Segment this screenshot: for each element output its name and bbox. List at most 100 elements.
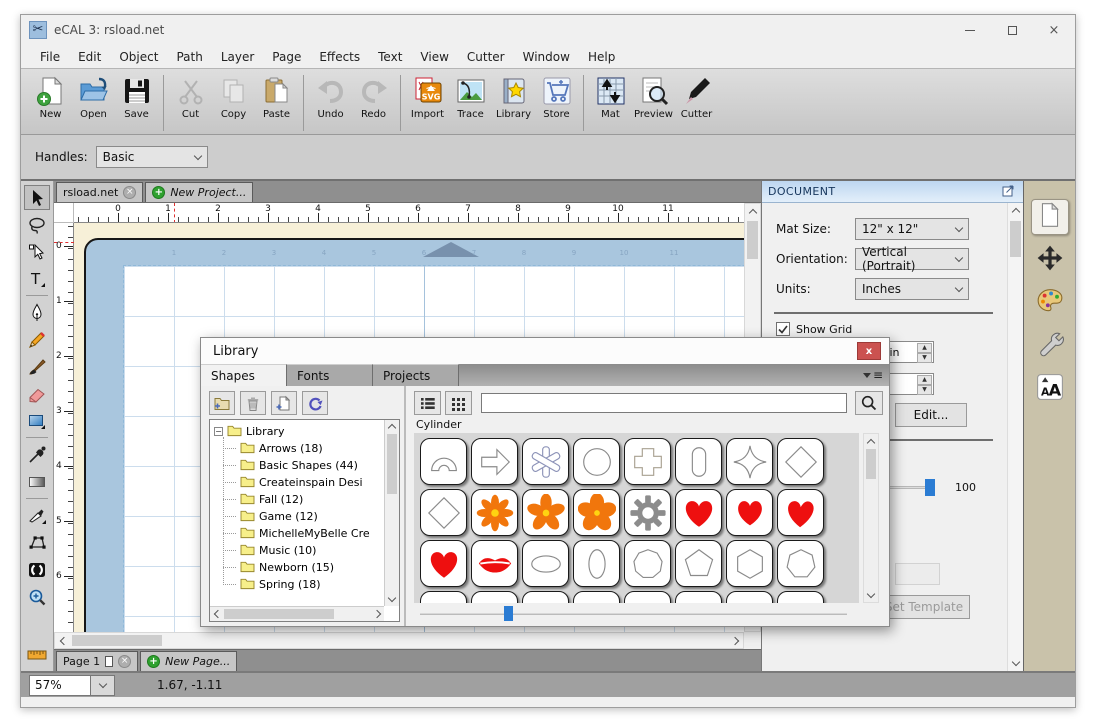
toolbar-save-button[interactable]: Save bbox=[115, 73, 158, 120]
tree-item-newborn-15-[interactable]: Newborn (15) bbox=[214, 559, 383, 576]
scroll-up-button[interactable] bbox=[745, 204, 760, 219]
tree-item-spring-18-[interactable]: Spring (18) bbox=[214, 576, 383, 593]
panel-scroll-thumb[interactable] bbox=[1010, 221, 1021, 257]
scroll-down-button[interactable] bbox=[864, 588, 878, 602]
shape-tile-diamond[interactable] bbox=[420, 489, 467, 536]
shape-tile-fat-petal-flower[interactable] bbox=[573, 489, 620, 536]
scroll-left-button[interactable] bbox=[55, 633, 70, 648]
toolbar-preview-button[interactable]: Preview bbox=[632, 73, 675, 120]
maximize-button[interactable] bbox=[991, 15, 1033, 45]
toolbar-cutter-button[interactable]: Cutter bbox=[675, 73, 718, 120]
scroll-down-button[interactable] bbox=[385, 593, 398, 606]
zoom-tool[interactable] bbox=[24, 584, 50, 609]
tree-vertical-scrollbar[interactable] bbox=[384, 420, 399, 606]
shape-tile-rounded-rectangle[interactable] bbox=[675, 438, 722, 485]
menu-path[interactable]: Path bbox=[167, 47, 211, 67]
toolbar-new-button[interactable]: New bbox=[29, 73, 72, 120]
scroll-up-button[interactable] bbox=[1008, 203, 1023, 218]
page-tab-new-page-[interactable]: + New Page... bbox=[140, 651, 238, 671]
shape-tile-horizontal-ellipse[interactable] bbox=[522, 540, 569, 587]
tree-item-createinspain-desi[interactable]: Createinspain Desi bbox=[214, 474, 383, 491]
menu-file[interactable]: File bbox=[31, 47, 69, 67]
knife-tool[interactable] bbox=[24, 503, 50, 528]
shape-tile-four-point-star[interactable] bbox=[726, 438, 773, 485]
document-properties-button[interactable] bbox=[1030, 199, 1069, 235]
toolbar-import-button[interactable]: SVG Import bbox=[406, 73, 449, 120]
eyedropper-tool[interactable] bbox=[24, 442, 50, 467]
orientation-select[interactable]: Vertical (Portrait) bbox=[855, 245, 969, 273]
shape-tile-vertical-ellipse[interactable] bbox=[573, 540, 620, 587]
move-button[interactable] bbox=[1031, 242, 1069, 278]
shape-tile-heart[interactable] bbox=[420, 540, 467, 587]
shape-tile-arrow-right[interactable] bbox=[471, 438, 518, 485]
spin-down-icon[interactable]: ▼ bbox=[917, 385, 932, 395]
close-tab-icon[interactable]: × bbox=[123, 186, 137, 199]
shape-tile-clipped[interactable] bbox=[420, 591, 467, 603]
handles-select[interactable]: Basic bbox=[95, 146, 208, 168]
shape-tile-cross[interactable] bbox=[624, 438, 671, 485]
font-button[interactable]: AA bbox=[1031, 371, 1069, 407]
spin-down-icon[interactable]: ▼ bbox=[917, 353, 932, 363]
units-select[interactable]: Inches bbox=[855, 278, 969, 300]
scroll-up-button[interactable] bbox=[385, 420, 398, 433]
scroll-right-button[interactable] bbox=[728, 633, 743, 648]
library-tab-fonts[interactable]: Fonts bbox=[287, 364, 373, 386]
page-tab-page-1[interactable]: Page 1 × bbox=[56, 651, 139, 671]
shape-tile-lips[interactable] bbox=[471, 540, 518, 587]
edit-button[interactable]: Edit... bbox=[895, 403, 967, 427]
menu-layer[interactable]: Layer bbox=[212, 47, 263, 67]
tree-item-arrows-18-[interactable]: Arrows (18) bbox=[214, 440, 383, 457]
zoom-input[interactable]: 57% bbox=[29, 674, 91, 696]
project-tab-rsload-net[interactable]: rsload.net × bbox=[56, 182, 144, 202]
shape-tile-heart[interactable] bbox=[675, 489, 722, 536]
refresh-button[interactable] bbox=[302, 391, 328, 415]
brush-tool[interactable] bbox=[24, 354, 50, 379]
spin-up-icon[interactable]: ▲ bbox=[917, 343, 932, 353]
library-dialog-titlebar[interactable]: Library x bbox=[201, 338, 889, 364]
shape-tile-clipped[interactable] bbox=[777, 591, 824, 603]
slider-thumb[interactable] bbox=[925, 479, 935, 496]
shape-tile-clipped[interactable] bbox=[675, 591, 722, 603]
delete-button[interactable] bbox=[240, 391, 266, 415]
shape-tile-gear[interactable] bbox=[624, 489, 671, 536]
add-file-button[interactable] bbox=[271, 391, 297, 415]
toolbar-mat-button[interactable]: Mat bbox=[589, 73, 632, 120]
template-swatch-button[interactable] bbox=[895, 563, 940, 585]
list-view-button[interactable] bbox=[414, 391, 441, 415]
path-edit-tool[interactable] bbox=[24, 530, 50, 555]
toolbar-store-button[interactable]: Store bbox=[535, 73, 578, 120]
shape-tile-arch[interactable] bbox=[420, 438, 467, 485]
toolbar-paste-button[interactable]: Paste bbox=[255, 73, 298, 120]
menu-text[interactable]: Text bbox=[369, 47, 411, 67]
toolbar-library-button[interactable]: Library bbox=[492, 73, 535, 120]
shape-tile-daisy-flower[interactable] bbox=[471, 489, 518, 536]
library-search-input[interactable] bbox=[481, 393, 847, 413]
shape-tile-round-heart[interactable] bbox=[726, 489, 773, 536]
library-tab-shapes[interactable]: Shapes bbox=[201, 364, 287, 386]
project-tab-new-project-[interactable]: + New Project... bbox=[145, 182, 254, 202]
gradient-tool[interactable] bbox=[24, 469, 50, 494]
minimize-button[interactable] bbox=[949, 15, 991, 45]
select-tool[interactable] bbox=[24, 185, 50, 210]
lasso-tool[interactable] bbox=[24, 212, 50, 237]
tree-item-fall-12-[interactable]: Fall (12) bbox=[214, 491, 383, 508]
menu-page[interactable]: Page bbox=[263, 47, 310, 67]
palette-button[interactable] bbox=[1031, 285, 1069, 321]
menu-cutter[interactable]: Cutter bbox=[458, 47, 514, 67]
mirror-tool[interactable] bbox=[24, 557, 50, 582]
scroll-left-button[interactable] bbox=[210, 607, 223, 620]
shape-tile-pentagon[interactable] bbox=[675, 540, 722, 587]
tree-item-michellemybelle-cre[interactable]: MichelleMyBelle Cre bbox=[214, 525, 383, 542]
zoom-dropdown-button[interactable] bbox=[91, 674, 115, 696]
shape-tool[interactable] bbox=[24, 408, 50, 433]
tile-size-slider[interactable] bbox=[414, 606, 853, 622]
spin-up-icon[interactable]: ▲ bbox=[917, 375, 932, 385]
tree-item-basic-shapes-44-[interactable]: Basic Shapes (44) bbox=[214, 457, 383, 474]
menu-edit[interactable]: Edit bbox=[69, 47, 110, 67]
library-menu-button[interactable]: ≡ bbox=[862, 368, 883, 382]
pen-tool[interactable] bbox=[24, 300, 50, 325]
tree-root-library[interactable]: − Library bbox=[214, 423, 383, 440]
toolbar-trace-button[interactable]: Trace bbox=[449, 73, 492, 120]
shape-tile-nonagon[interactable] bbox=[624, 540, 671, 587]
scroll-down-button[interactable] bbox=[1008, 656, 1023, 671]
